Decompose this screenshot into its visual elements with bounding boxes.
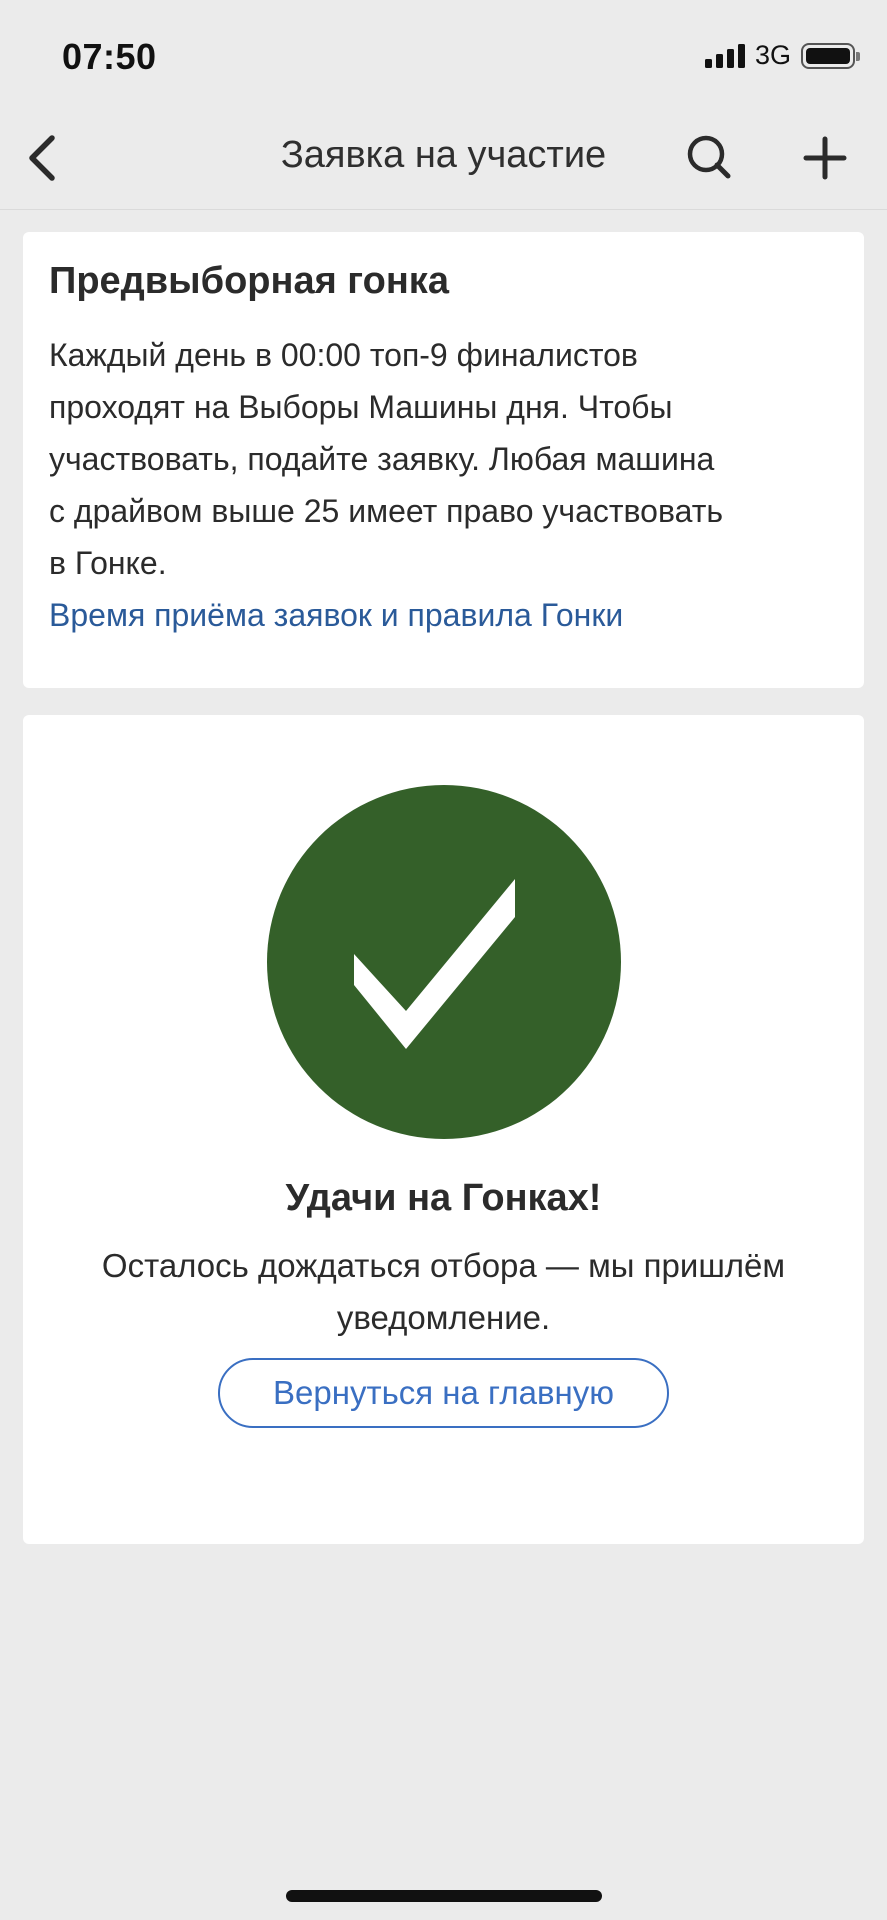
back-to-home-button[interactable]: Вернуться на главную (218, 1358, 669, 1428)
info-line: Каждый день в 00:00 топ-9 финалистов (49, 337, 638, 373)
success-badge (267, 785, 621, 1139)
status-time: 07:50 (62, 36, 157, 77)
signal-icon (704, 43, 745, 68)
race-info-card: Предвыборная гонка Каждый день в 00:00 т… (23, 232, 864, 688)
success-message: Осталось дождаться отбора — мы пришлём у… (63, 1240, 824, 1344)
status-icons: 3G (704, 40, 860, 71)
success-line: уведомление. (336, 1299, 551, 1336)
success-title: Удачи на Гонках! (285, 1177, 602, 1219)
success-card: Удачи на Гонках! Осталось дождаться отбо… (23, 715, 864, 1544)
info-line: проходят на Выборы Машины дня. Чтобы (49, 389, 673, 425)
success-line: Осталось дождаться отбора — мы пришлём (101, 1247, 786, 1284)
search-button[interactable] (680, 128, 740, 188)
page-title: Заявка на участие (280, 134, 607, 176)
add-button[interactable] (795, 128, 855, 188)
info-card-text: Каждый день в 00:00 топ-9 финалистов про… (49, 329, 838, 589)
info-line: участвовать, подайте заявку. Любая машин… (49, 441, 715, 477)
battery-icon (801, 42, 860, 69)
search-icon (687, 135, 731, 179)
home-indicator[interactable] (286, 1890, 602, 1902)
info-line: с драйвом выше 25 имеет право участвоват… (49, 493, 724, 529)
plus-icon (803, 136, 847, 180)
checkmark-icon (354, 879, 515, 1049)
rules-link[interactable]: Время приёма заявок и правила Гонки (49, 589, 838, 641)
status-bar: 07:50 3G (0, 0, 887, 110)
info-card-title: Предвыборная гонка (49, 260, 449, 302)
network-type: 3G (754, 40, 791, 70)
info-line: в Гонке. (49, 545, 167, 581)
navigation-bar: Заявка на участие (0, 110, 887, 210)
